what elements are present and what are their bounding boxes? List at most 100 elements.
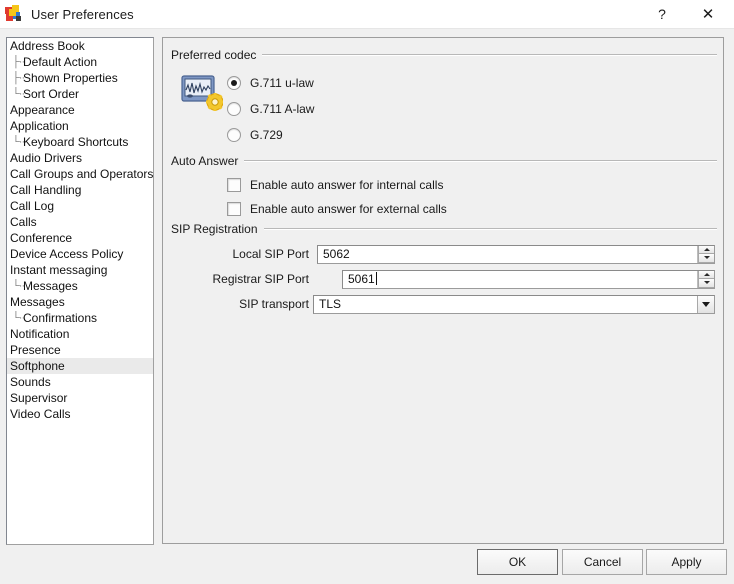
sip-registration-group-header: SIP Registration (171, 222, 717, 236)
radio-button[interactable] (227, 128, 241, 142)
chevron-down-icon (703, 281, 710, 285)
sip-transport-row: SIP transport TLS (171, 294, 717, 314)
sip-transport-dropdown-button[interactable] (697, 295, 714, 313)
sidebar-item-device-access-policy[interactable]: Device Access Policy (7, 246, 153, 262)
radio-button[interactable] (227, 102, 241, 116)
local-sip-port-value: 5062 (323, 246, 350, 261)
sidebar-item-call-log[interactable]: Call Log (7, 198, 153, 214)
stepper-down-button[interactable] (698, 254, 714, 263)
tree-branch-icon: ├·· (12, 56, 25, 68)
sidebar-item-notification[interactable]: Notification (7, 326, 153, 342)
sip-transport-select[interactable]: TLS (313, 294, 715, 314)
local-sip-port-input[interactable]: 5062 (317, 244, 715, 264)
sidebar-item-sounds[interactable]: Sounds (7, 374, 153, 390)
preferred-codec-group: Preferred codec G.711 u-law G.711 A-law … (171, 48, 717, 142)
codec-option-row[interactable]: G.711 u-law (227, 70, 314, 96)
tree-branch-icon: ├·· (12, 72, 25, 84)
local-sip-port-stepper[interactable] (697, 245, 714, 263)
sidebar-item-video-calls[interactable]: Video Calls (7, 406, 153, 422)
sidebar-item-default-action[interactable]: ├·· Default Action (7, 54, 153, 70)
sidebar-item-label: Notification (10, 327, 70, 341)
sidebar-item-call-handling[interactable]: Call Handling (7, 182, 153, 198)
ok-button[interactable]: OK (477, 549, 558, 575)
auto-answer-option-row[interactable]: Enable auto answer for internal calls (227, 173, 447, 197)
app-pinwheel-icon (5, 5, 23, 23)
sidebar-item-label: Instant messaging (10, 263, 108, 277)
apply-button[interactable]: Apply (646, 549, 727, 575)
registrar-sip-port-label: Registrar SIP Port (212, 272, 309, 286)
codec-option-row[interactable]: G.711 A-law (227, 96, 314, 122)
auto-answer-group-header: Auto Answer (171, 154, 717, 168)
sidebar-item-application[interactable]: Application (7, 118, 153, 134)
sidebar-item-label: Audio Drivers (10, 151, 83, 165)
sidebar-item-label: Conference (10, 231, 73, 245)
sidebar-item-conference[interactable]: Conference (7, 230, 153, 246)
registrar-sip-port-stepper[interactable] (697, 270, 714, 288)
sidebar-item-softphone[interactable]: Softphone (7, 358, 153, 374)
sidebar-item-label: Call Handling (10, 183, 82, 197)
codec-option-row[interactable]: G.729 (227, 122, 314, 148)
auto-answer-group: Auto Answer Enable auto answer for inter… (171, 154, 717, 216)
registrar-sip-port-row: Registrar SIP Port 5061 (171, 269, 717, 289)
sidebar-item-address-book[interactable]: Address Book (7, 38, 153, 54)
sidebar-item-label: Default Action (23, 55, 98, 69)
window-title: User Preferences (31, 6, 134, 22)
tree-branch-icon: └·· (12, 280, 25, 292)
text-cursor (375, 271, 377, 285)
local-sip-port-row: Local SIP Port 5062 (171, 244, 717, 264)
sidebar-item-label: Supervisor (10, 391, 68, 405)
tree-branch-icon: └·· (12, 88, 25, 100)
codec-option-label: G.729 (250, 128, 283, 142)
audio-codec-settings-icon (181, 74, 224, 114)
sidebar-item-label: Keyboard Shortcuts (23, 135, 129, 149)
registrar-sip-port-value: 5061 (348, 271, 377, 286)
auto-answer-option-label: Enable auto answer for external calls (250, 202, 447, 216)
chevron-up-icon (703, 247, 710, 251)
sidebar-item-keyboard-shortcuts[interactable]: └·· Keyboard Shortcuts (7, 134, 153, 150)
stepper-up-button[interactable] (698, 245, 714, 254)
preferences-category-tree[interactable]: Address Book ├·· Default Action ├·· Shown Pr… (6, 37, 154, 545)
sidebar-item-supervisor[interactable]: Supervisor (7, 390, 153, 406)
sidebar-item-audio-drivers[interactable]: Audio Drivers (7, 150, 153, 166)
sip-registration-group: SIP Registration Local SIP Port 5062 Reg… (171, 222, 717, 314)
sidebar-item-label: Appearance (10, 103, 75, 117)
sidebar-item-label: Softphone (10, 359, 65, 373)
chevron-up-icon (703, 272, 710, 276)
sidebar-item-messages[interactable]: Messages (7, 294, 153, 310)
close-button[interactable]: ✕ (688, 0, 728, 28)
sidebar-item-appearance[interactable]: Appearance (7, 102, 153, 118)
sidebar-item-presence[interactable]: Presence (7, 342, 153, 358)
sidebar-item-confirmations[interactable]: └·· Confirmations (7, 310, 153, 326)
cancel-button[interactable]: Cancel (562, 549, 643, 575)
sidebar-item-shown-properties[interactable]: ├·· Shown Properties (7, 70, 153, 86)
checkbox[interactable] (227, 178, 241, 192)
sidebar-item-label: Call Groups and Operators (10, 167, 154, 181)
stepper-down-button[interactable] (698, 279, 714, 288)
sip-transport-value: TLS (319, 296, 342, 311)
sidebar-item-label: Sounds (10, 375, 51, 389)
codec-option-label: G.711 A-law (250, 102, 315, 116)
sidebar-item-label: Video Calls (10, 407, 71, 421)
chevron-down-icon (702, 301, 710, 307)
sidebar-item-label: Calls (10, 215, 37, 229)
sidebar-item-calls[interactable]: Calls (7, 214, 153, 230)
tree-branch-icon: └·· (12, 312, 25, 324)
radio-button[interactable] (227, 76, 241, 90)
sidebar-item-label: Call Log (10, 199, 55, 213)
sidebar-item-label: Messages (23, 279, 78, 293)
group-rule (244, 160, 717, 162)
registrar-sip-port-input[interactable]: 5061 (342, 269, 715, 289)
sidebar-item-instant-messaging[interactable]: Instant messaging (7, 262, 153, 278)
sidebar-item-label: Address Book (10, 39, 85, 53)
codec-option-label: G.711 u-law (250, 76, 314, 90)
sidebar-item-label: Sort Order (23, 87, 80, 101)
sidebar-item-messages[interactable]: └·· Messages (7, 278, 153, 294)
auto-answer-option-row[interactable]: Enable auto answer for external calls (227, 197, 447, 221)
checkbox[interactable] (227, 202, 241, 216)
stepper-up-button[interactable] (698, 270, 714, 279)
sidebar-item-call-groups-and-operators[interactable]: Call Groups and Operators (7, 166, 153, 182)
settings-main-panel: Preferred codec G.711 u-law G.711 A-law … (162, 37, 724, 544)
sidebar-item-sort-order[interactable]: └·· Sort Order (7, 86, 153, 102)
local-sip-port-label: Local SIP Port (232, 247, 310, 261)
help-button[interactable]: ? (642, 0, 682, 28)
